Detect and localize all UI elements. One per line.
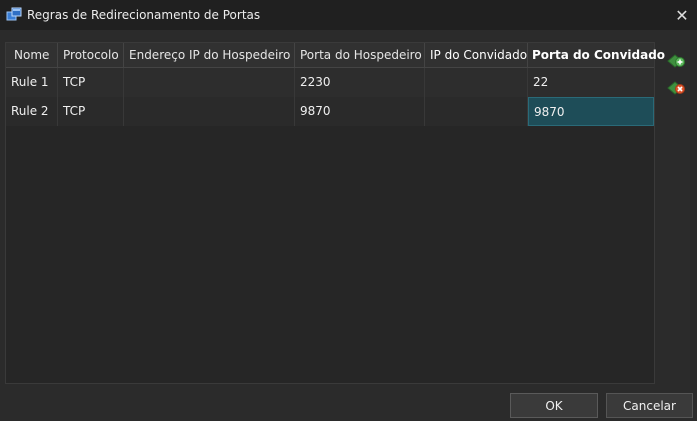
cell-guest-ip[interactable] [425,97,528,126]
table-row[interactable]: Rule 1 TCP 2230 22 [6,68,654,97]
cell-guest-port-selected[interactable]: 9870 [528,97,654,126]
add-rule-button[interactable] [666,52,686,70]
cell-name[interactable]: Rule 1 [6,68,58,97]
column-header-guest-port[interactable]: Porta do Convidado [528,43,665,67]
table-row[interactable]: Rule 2 TCP 9870 9870 [6,97,654,126]
remove-rule-icon [666,81,686,100]
close-icon: ✕ [675,5,689,25]
remove-rule-button[interactable] [666,79,686,97]
port-forwarding-table: Nome Protocolo Endereço IP do Hospedeiro… [5,42,665,384]
window-title: Regras de Redirecionamento de Portas [27,8,261,22]
table-header: Nome Protocolo Endereço IP do Hospedeiro… [6,43,665,68]
ok-button[interactable]: OK [510,393,598,418]
cancel-button[interactable]: Cancelar [606,393,693,418]
port-forwarding-icon [6,7,22,23]
cell-host-ip[interactable] [124,68,295,97]
cell-host-port[interactable]: 9870 [295,97,425,126]
column-header-protocolo[interactable]: Protocolo [58,43,124,67]
column-header-guest-ip[interactable]: IP do Convidado [425,43,528,67]
cell-host-ip[interactable] [124,97,295,126]
cell-protocol[interactable]: TCP [58,68,124,97]
cell-protocol[interactable]: TCP [58,97,124,126]
column-header-nome[interactable]: Nome [6,43,58,67]
column-header-host-ip[interactable]: Endereço IP do Hospedeiro [124,43,295,67]
title-bar: Regras de Redirecionamento de Portas ✕ [0,0,697,30]
cell-name[interactable]: Rule 2 [6,97,58,126]
cell-guest-port[interactable]: 22 [528,68,654,97]
add-rule-icon [666,54,686,73]
close-button[interactable]: ✕ [667,0,697,30]
cell-guest-ip[interactable] [425,68,528,97]
cell-host-port[interactable]: 2230 [295,68,425,97]
column-header-host-port[interactable]: Porta do Hospedeiro [295,43,425,67]
